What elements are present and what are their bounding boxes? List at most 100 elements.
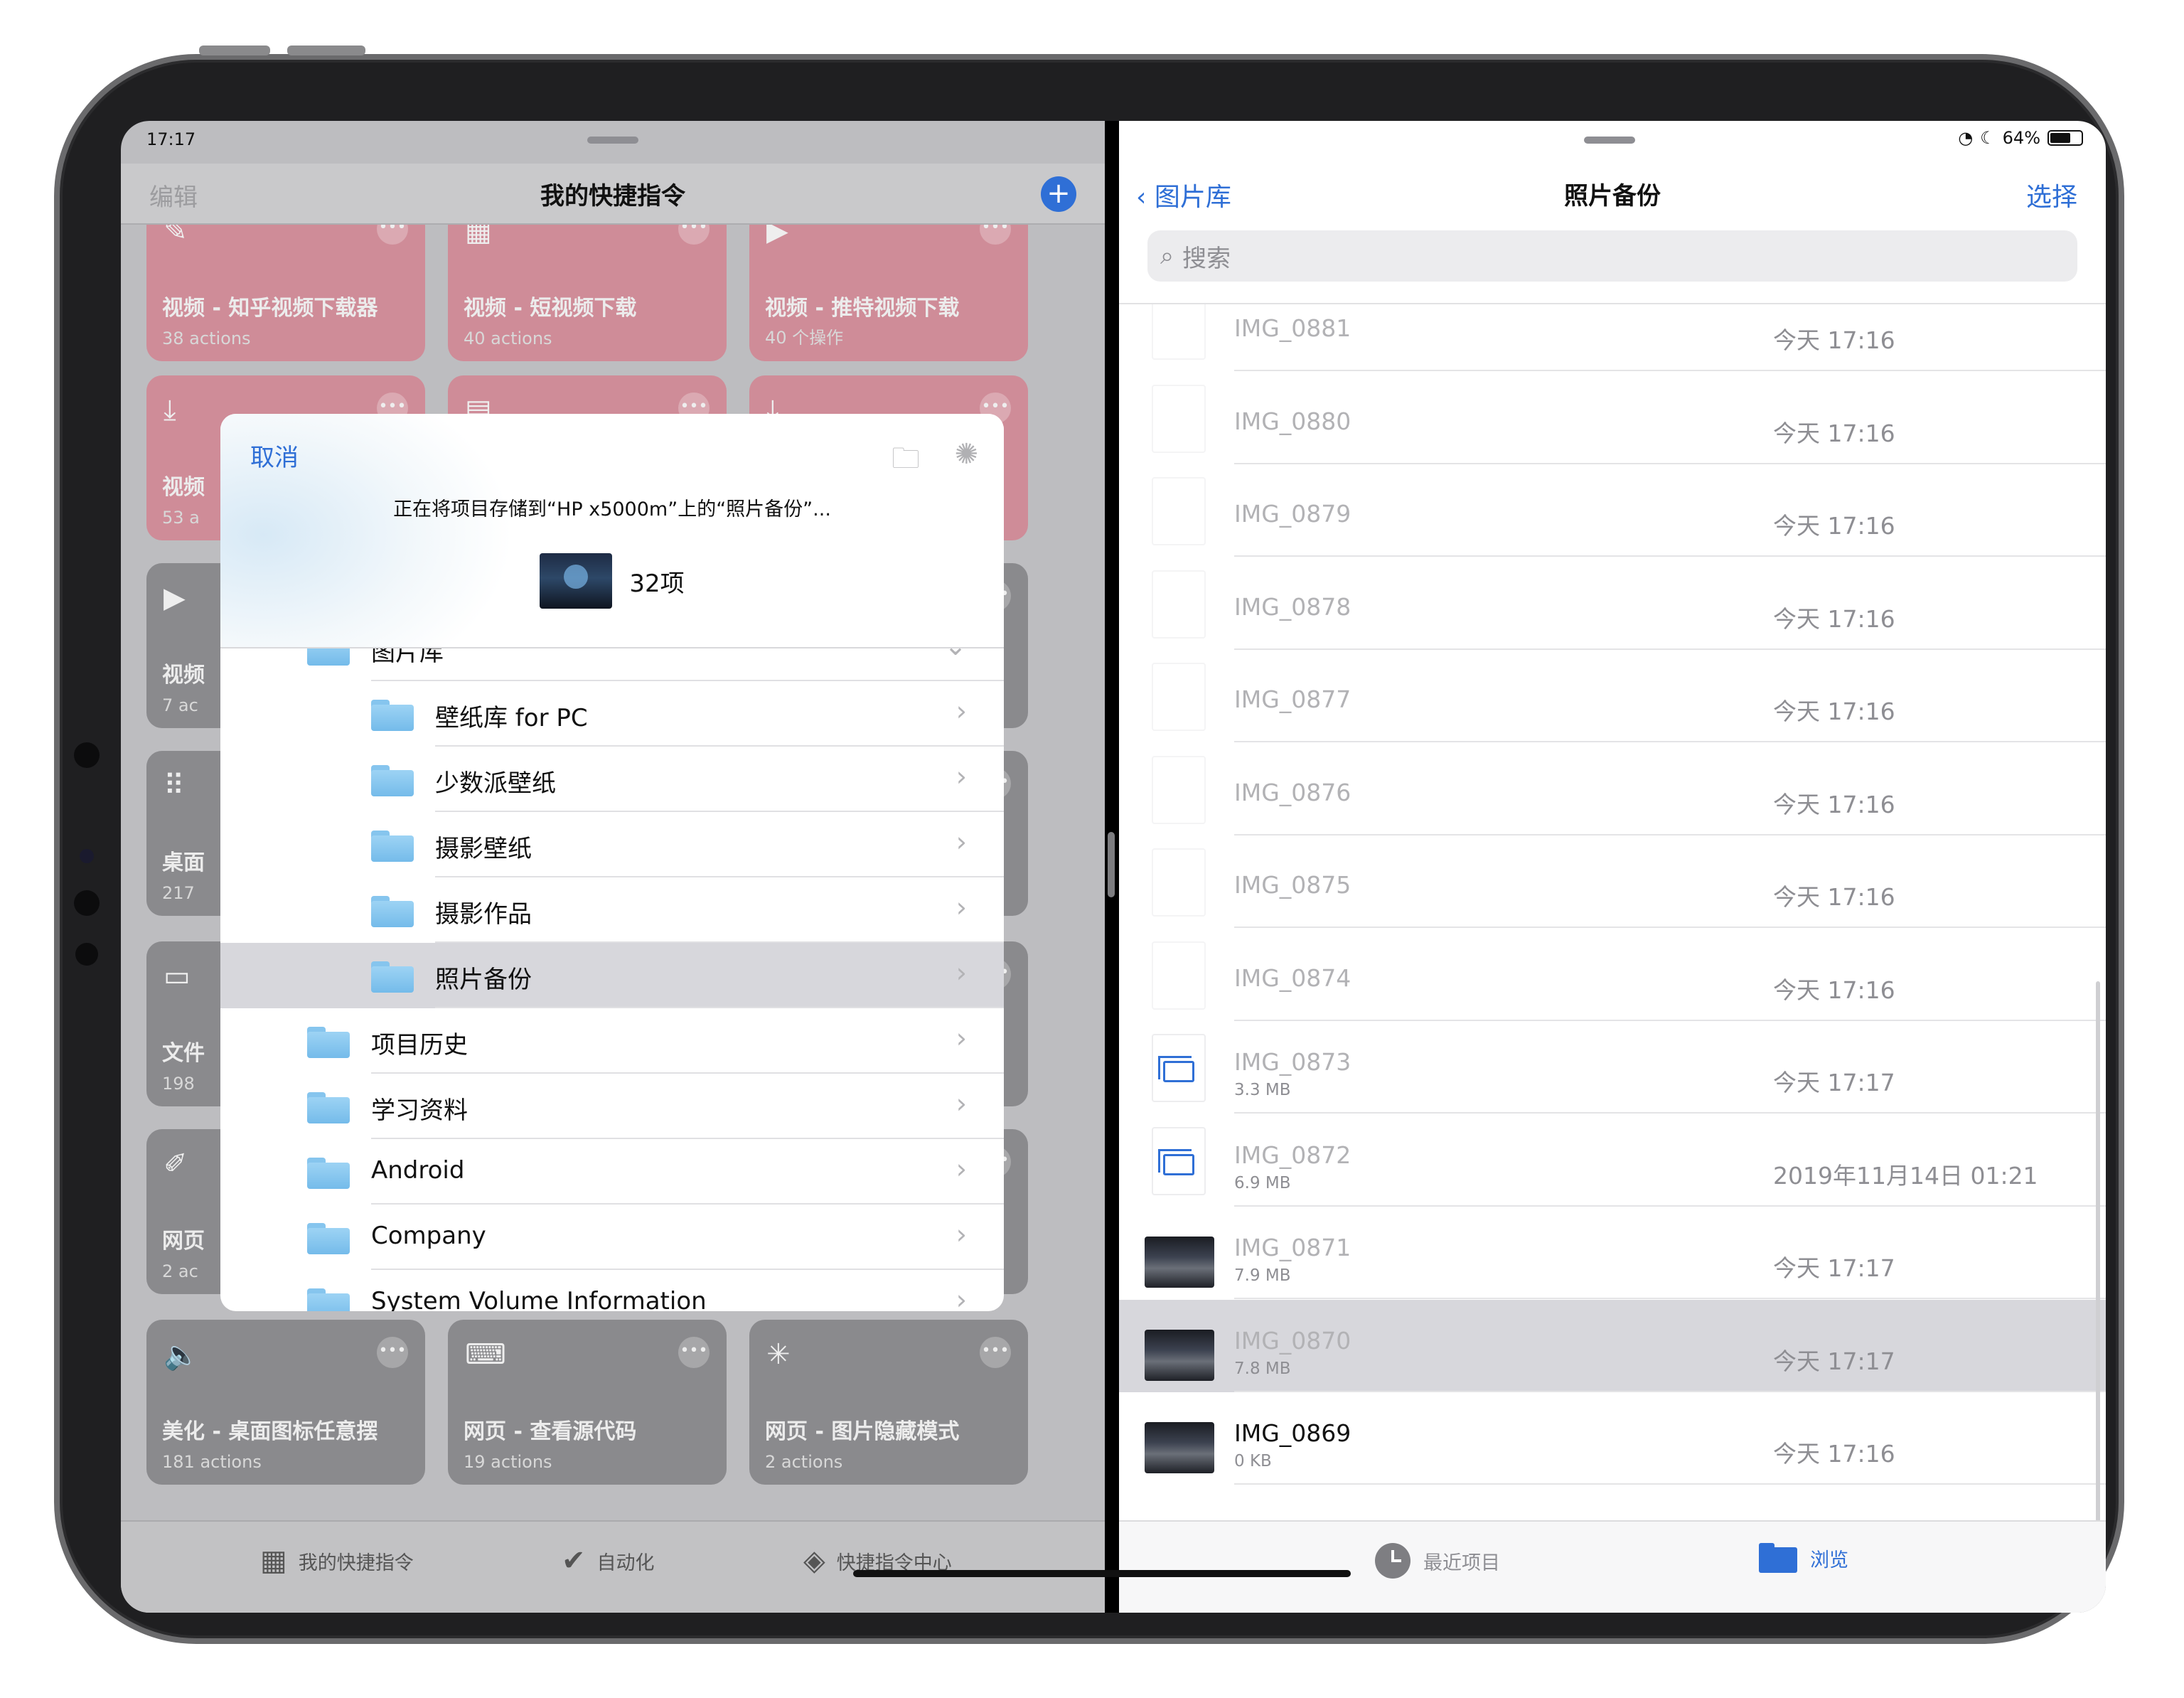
shortcuts-app: 17:17 编辑 我的快捷指令 + ✎ ••• 视频 - 知乎视频下载器 38 act… — [121, 121, 1105, 1613]
folder-icon — [307, 648, 350, 666]
tab-my-shortcuts[interactable]: ▦ 我的快捷指令 — [260, 1544, 414, 1577]
shortcut-title: 视频 — [162, 475, 205, 500]
tab-browse[interactable]: 浏览 — [1759, 1543, 1848, 1573]
shortcut-card[interactable]: ✎ ••• 视频 - 知乎视频下载器 38 actions — [146, 225, 425, 361]
folder-label: 少数派壁纸 — [435, 769, 556, 798]
file-date: 今天 17:16 — [1773, 512, 1895, 540]
folder-icon — [307, 1092, 350, 1123]
file-name: IMG_0880 — [1234, 407, 1351, 435]
file-name: IMG_0879 — [1234, 500, 1351, 528]
file-placeholder-icon — [1152, 848, 1206, 917]
file-size: 3.3 MB — [1234, 1081, 1291, 1099]
shortcut-title: 桌面 — [162, 850, 205, 875]
pin-icon: ✎ — [164, 225, 188, 247]
folder-label: 学习资料 — [371, 1096, 468, 1125]
file-size: 7.9 MB — [1234, 1266, 1291, 1285]
folder-label: 项目历史 — [371, 1031, 468, 1059]
photo-thumbnail — [1145, 1422, 1214, 1473]
folder-row[interactable]: 学习资料 › — [220, 1074, 1004, 1139]
shortcut-card[interactable]: ▦ ••• 视频 - 短视频下载 40 actions — [448, 225, 727, 361]
file-row[interactable]: IMG_0881 今天 17:16 — [1119, 304, 2106, 371]
multitask-grabber[interactable] — [1584, 137, 1635, 144]
folder-row[interactable]: 项目历史 › — [220, 1008, 1004, 1074]
folder-row[interactable]: 照片备份 › — [220, 943, 1004, 1008]
file-row[interactable]: IMG_0874 今天 17:16 — [1119, 929, 2106, 1021]
select-button[interactable]: 选择 — [2026, 176, 2077, 213]
check-circle-icon: ✔ — [562, 1544, 586, 1577]
file-row[interactable]: IMG_0871 7.9 MB 今天 17:17 — [1119, 1207, 2106, 1299]
folder-icon — [371, 700, 414, 731]
more-icon[interactable]: ••• — [678, 225, 710, 245]
shortcut-title: 网页 - 图片隐藏模式 — [765, 1419, 960, 1444]
new-folder-icon[interactable]: 🗀 — [892, 438, 920, 486]
sparkle-icon: ✳ — [766, 1338, 791, 1371]
file-row[interactable]: IMG_0873 3.3 MB 今天 17:17 — [1119, 1021, 2106, 1114]
dots-grid-icon: ⠿ — [164, 769, 185, 802]
search-field[interactable]: ⌕ 搜索 — [1147, 230, 2077, 282]
folder-row[interactable]: Company › — [220, 1205, 1004, 1270]
spinner-icon: ✺ — [954, 438, 978, 471]
add-shortcut-button[interactable]: + — [1041, 176, 1076, 212]
file-list: IMG_0881 今天 17:16 IMG_0880 今天 17:16 IMG_0879… — [1119, 304, 2106, 1520]
folder-label: 摄影壁纸 — [435, 835, 532, 863]
more-icon[interactable]: ••• — [377, 225, 408, 245]
file-name: IMG_0874 — [1234, 963, 1351, 992]
more-icon[interactable]: ••• — [678, 1337, 710, 1368]
more-icon[interactable]: ••• — [377, 1337, 408, 1368]
folder-row[interactable]: 图片库 ⌄ — [220, 648, 1004, 681]
saving-message: 正在将项目存储到“HP x5000m”上的“照片备份”... — [393, 498, 831, 520]
home-indicator[interactable] — [853, 1570, 1351, 1577]
file-row[interactable]: IMG_0876 今天 17:16 — [1119, 743, 2106, 835]
folder-icon: ▭ — [164, 960, 191, 993]
status-indicators: ◔ ☾ 64% — [1958, 128, 2083, 148]
file-row[interactable]: IMG_0879 今天 17:16 — [1119, 464, 2106, 557]
scrollbar[interactable] — [2096, 981, 2100, 1536]
save-to-sheet: 取消 🗀 ✺ 正在将项目存储到“HP x5000m”上的“照片备份”... 32… — [220, 414, 1004, 1311]
folder-label: 图片库 — [371, 648, 444, 667]
status-bar: 17:17 — [121, 121, 1105, 164]
file-placeholder-icon — [1152, 941, 1206, 1010]
image-file-icon — [1152, 1126, 1206, 1195]
split-divider-handle[interactable] — [1108, 832, 1115, 897]
file-name: IMG_0881 — [1234, 314, 1351, 342]
tab-label: 浏览 — [1810, 1549, 1848, 1571]
shortcut-title: 网页 - 查看源代码 — [464, 1419, 637, 1444]
file-row[interactable]: IMG_0877 今天 17:16 — [1119, 650, 2106, 742]
download-icon: ⤓ — [164, 394, 176, 427]
file-row[interactable]: IMG_0875 今天 17:16 — [1119, 835, 2106, 928]
sensor-dot — [74, 742, 100, 768]
shortcut-card[interactable]: 🔈 ••• 美化 - 桌面图标任意摆 181 actions — [146, 1320, 425, 1485]
file-row[interactable]: IMG_0870 7.8 MB 今天 17:17 — [1119, 1299, 2106, 1392]
cancel-button[interactable]: 取消 — [250, 438, 299, 473]
photo-thumbnail — [1145, 1329, 1214, 1381]
folder-row[interactable]: 摄影作品 › — [220, 877, 1004, 943]
more-icon[interactable]: ••• — [980, 225, 1011, 245]
file-row[interactable]: IMG_0880 今天 17:16 — [1119, 372, 2106, 464]
folder-row[interactable]: 摄影壁纸 › — [220, 812, 1004, 877]
folder-label: 摄影作品 — [435, 900, 532, 929]
tab-recents[interactable]: 最近项目 — [1375, 1543, 1500, 1579]
file-name: IMG_0871 — [1234, 1234, 1351, 1261]
sensor-dot — [75, 943, 98, 966]
chevron-right-icon: › — [956, 1022, 967, 1054]
page-title: 我的快捷指令 — [540, 182, 685, 210]
file-row[interactable]: IMG_0872 6.9 MB 2019年11月14日 01:21 — [1119, 1114, 2106, 1207]
sheet-header: 取消 🗀 ✺ 正在将项目存储到“HP x5000m”上的“照片备份”... 32… — [220, 414, 1004, 648]
shortcut-title: 视频 - 短视频下载 — [464, 296, 637, 321]
more-icon[interactable]: ••• — [980, 1337, 1011, 1368]
photo-thumbnail — [1145, 1237, 1214, 1288]
folder-row[interactable]: Android › — [220, 1139, 1004, 1205]
folder-row[interactable]: System Volume Information › — [220, 1270, 1004, 1311]
shortcut-card[interactable]: ✳ ••• 网页 - 图片隐藏模式 2 actions — [749, 1320, 1028, 1485]
multitask-grabber[interactable] — [587, 137, 638, 144]
shortcut-action-count: 181 actions — [162, 1452, 262, 1472]
files-tab-bar: 最近项目 浏览 — [1119, 1520, 2106, 1613]
file-row[interactable]: IMG_0878 今天 17:16 — [1119, 557, 2106, 650]
chevron-right-icon: › — [956, 761, 967, 792]
file-row[interactable]: IMG_0869 0 KB 今天 17:16 — [1119, 1392, 2106, 1485]
folder-row[interactable]: 壁纸库 for PC › — [220, 681, 1004, 747]
folder-row[interactable]: 少数派壁纸 › — [220, 747, 1004, 812]
shortcut-card[interactable]: ▶ ••• 视频 - 推特视频下载 40 个操作 — [749, 225, 1028, 361]
tab-automation[interactable]: ✔ 自动化 — [562, 1544, 655, 1577]
shortcut-card[interactable]: ⌨ ••• 网页 - 查看源代码 19 actions — [448, 1320, 727, 1485]
